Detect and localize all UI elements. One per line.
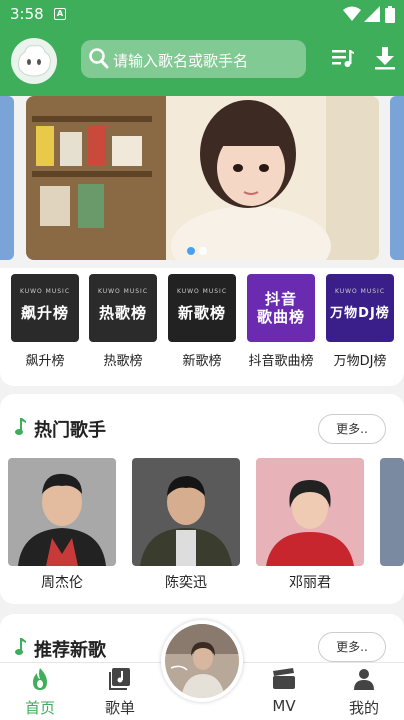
search-icon	[89, 48, 109, 69]
user-icon	[354, 669, 374, 690]
rank-item-douyin[interactable]: 抖音 歌曲榜 抖音歌曲榜	[247, 274, 315, 369]
battery-icon	[385, 6, 395, 23]
rank-item-dj[interactable]: KUWO MUSIC 万物DJ榜 万物DJ榜	[326, 274, 394, 369]
singer-photo	[132, 458, 240, 566]
rank-cover-title: 新歌榜	[177, 304, 226, 322]
rank-item-new[interactable]: KUWO MUSIC 新歌榜 新歌榜	[168, 274, 236, 369]
flame-icon	[33, 668, 47, 690]
rank-label: 新歌榜	[182, 354, 222, 369]
album-icon	[109, 668, 130, 690]
avatar[interactable]	[11, 38, 57, 84]
music-note-icon	[15, 638, 26, 655]
rank-list: KUWO MUSIC 飙升榜 飙升榜 KUWO MUSIC 热歌榜 热歌榜 KU…	[0, 268, 404, 386]
rank-cover-title: 抖音 歌曲榜	[256, 290, 305, 326]
singer-name: 周杰伦	[41, 575, 83, 591]
tab-mine[interactable]: 我的	[334, 667, 394, 718]
rank-cover-brand: KUWO MUSIC	[19, 288, 71, 295]
rank-item-hot[interactable]: KUWO MUSIC 热歌榜 热歌榜	[89, 274, 157, 369]
banner-next-peek	[390, 96, 404, 260]
more-button[interactable]: 更多..	[318, 632, 386, 662]
singer-card[interactable]: 邓丽君	[256, 458, 364, 592]
rank-cover-title: 万物DJ榜	[330, 306, 390, 321]
music-note-icon	[15, 418, 26, 435]
tab-mv[interactable]: MV	[254, 667, 314, 715]
playlist-icon[interactable]	[331, 46, 355, 70]
app-header: 3:58 A 请输入歌名或歌手名	[0, 0, 404, 96]
tab-label: 我的	[348, 699, 379, 717]
singer-photo	[8, 458, 116, 566]
rank-cover: KUWO MUSIC 万物DJ榜	[326, 274, 394, 342]
album-art	[165, 624, 239, 698]
rank-cover: 抖音 歌曲榜	[247, 274, 315, 342]
wifi-icon	[343, 6, 361, 21]
tab-playlist[interactable]: 歌单	[90, 667, 150, 718]
rank-cover: KUWO MUSIC 新歌榜	[168, 274, 236, 342]
singer-photo	[380, 458, 404, 566]
banner-image[interactable]	[26, 96, 379, 260]
rank-label: 抖音歌曲榜	[248, 354, 314, 369]
rank-cover-brand: KUWO MUSIC	[97, 288, 149, 295]
rank-cover-title: 热歌榜	[98, 304, 147, 322]
rank-cover: KUWO MUSIC 飙升榜	[11, 274, 79, 342]
tab-label: MV	[272, 697, 296, 715]
banner-indicator	[187, 240, 211, 259]
signal-icon	[364, 6, 380, 22]
rank-label: 飙升榜	[25, 354, 65, 369]
singer-name: 陈奕迅	[165, 575, 207, 591]
banner-dot-active[interactable]	[187, 247, 195, 255]
singer-card-peek[interactable]	[380, 458, 404, 566]
download-icon[interactable]	[374, 46, 396, 70]
clapper-icon	[273, 668, 295, 689]
section-title: 热门歌手	[34, 420, 106, 441]
singer-name: 邓丽君	[289, 575, 331, 591]
hot-singers-section: 热门歌手 更多.. 周杰伦 陈奕迅 邓丽君	[0, 394, 404, 604]
banner-dot[interactable]	[199, 247, 207, 255]
tab-label: 首页	[24, 699, 55, 717]
singer-card[interactable]: 陈奕迅	[132, 458, 240, 592]
search-input[interactable]: 请输入歌名或歌手名	[81, 40, 306, 78]
tab-home[interactable]: 首页	[10, 667, 70, 718]
rank-label: 万物DJ榜	[333, 354, 387, 369]
status-time: 3:58	[10, 5, 44, 23]
rank-cover-brand: KUWO MUSIC	[176, 288, 228, 295]
status-bar: 3:58 A	[0, 0, 404, 28]
more-button[interactable]: 更多..	[318, 414, 386, 444]
rank-cover-brand: KUWO MUSIC	[334, 288, 386, 295]
banner-prev-peek	[0, 96, 14, 260]
now-playing-disc[interactable]	[161, 620, 243, 702]
notification-icon: A	[54, 8, 66, 20]
rank-label: 热歌榜	[103, 354, 143, 369]
rank-item-rise[interactable]: KUWO MUSIC 飙升榜 飙升榜	[11, 274, 79, 369]
search-placeholder: 请输入歌名或歌手名	[113, 52, 249, 70]
rank-cover-title: 飙升榜	[20, 304, 69, 322]
section-title: 推荐新歌	[34, 640, 106, 661]
tab-label: 歌单	[104, 699, 135, 717]
singer-photo	[256, 458, 364, 566]
rank-cover: KUWO MUSIC 热歌榜	[89, 274, 157, 342]
singer-card[interactable]: 周杰伦	[8, 458, 116, 592]
